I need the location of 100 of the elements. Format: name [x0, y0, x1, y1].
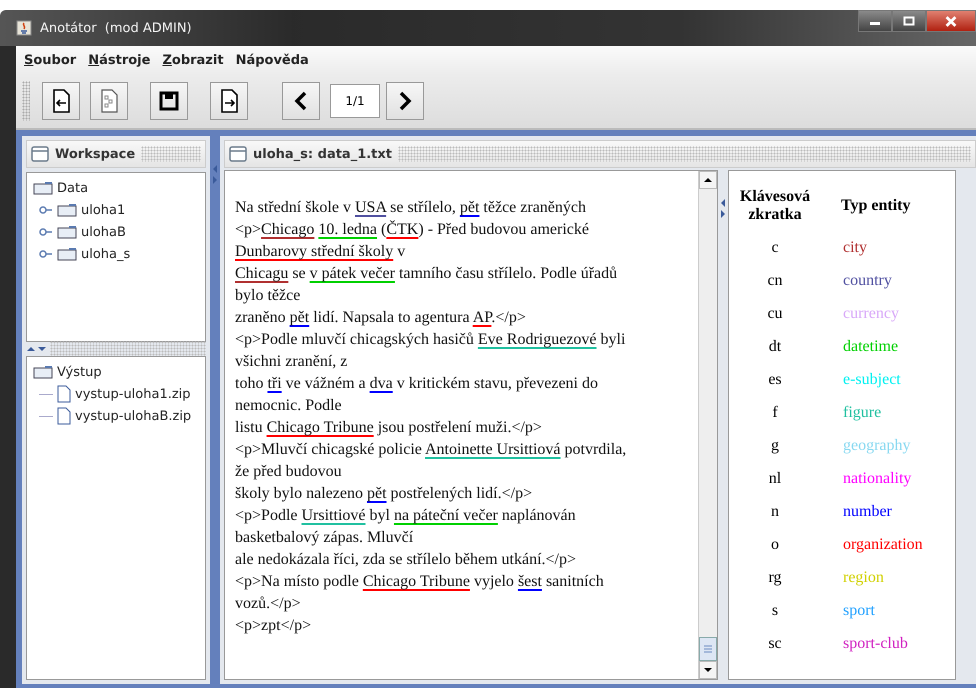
- text-line: vozů.</p>: [235, 594, 302, 614]
- entity-type: geography: [842, 436, 911, 454]
- scroll-up-icon[interactable]: [699, 171, 717, 189]
- tree-item[interactable]: Data: [57, 180, 88, 196]
- shortcut-key: rg: [729, 568, 821, 586]
- maximize-button[interactable]: [892, 10, 926, 32]
- file-icon: [57, 407, 71, 425]
- next-button[interactable]: [386, 82, 424, 120]
- text-line: bylo těžce: [235, 286, 302, 306]
- chevron-right-icon: [398, 91, 412, 111]
- minimize-button[interactable]: [858, 10, 892, 32]
- splitter-arrows-icon[interactable]: [26, 346, 48, 352]
- folder-icon: [57, 247, 77, 261]
- scroll-thumb[interactable]: [699, 637, 717, 661]
- tree-item[interactable]: uloha_s: [81, 246, 130, 262]
- maximize-icon: [903, 16, 915, 26]
- document-arrow-icon: [51, 89, 71, 113]
- folder-icon: [57, 225, 77, 239]
- import-button[interactable]: [42, 82, 80, 120]
- shortcut-key: n: [729, 502, 821, 520]
- text-line: <p>Podle Ursittiové byl na páteční večer naplánován: [235, 506, 577, 526]
- close-icon: [944, 16, 958, 26]
- splitter-arrows-icon[interactable]: [720, 198, 726, 220]
- folder-icon: [33, 181, 53, 195]
- drag-grip[interactable]: [50, 341, 206, 357]
- shortcut-key: es: [729, 370, 821, 388]
- text-line: <p>Mluvčí chicagské policie Antoinette Ursittiová potvrdila,: [235, 440, 628, 460]
- text-line: ale nedokázala říci, zda se střílelo během utkání.</p>: [235, 550, 578, 570]
- window-icon: [31, 146, 49, 162]
- close-button[interactable]: [926, 10, 976, 32]
- scroll-down-icon[interactable]: [699, 661, 717, 679]
- document-tree-button[interactable]: [90, 82, 128, 120]
- export-button[interactable]: [210, 82, 248, 120]
- file-icon: [57, 385, 71, 403]
- drag-grip[interactable]: [141, 146, 201, 162]
- text-line: <p>Na místo podle Chicago Tribune vyjelo šest sanitních: [235, 572, 605, 592]
- expand-handle-icon[interactable]: [39, 249, 53, 259]
- entity-type: sport-club: [842, 634, 908, 652]
- text-line: nemocnic. Podle: [235, 396, 343, 416]
- text-line: Chicagu se v pátek večer tamního času střílelo. Podle úřadů: [235, 264, 618, 284]
- text-line: školy bylo nalezeno pět postřelených lidí.</p>: [235, 484, 534, 504]
- tree-item[interactable]: vystup-ulohaB.zip: [75, 408, 192, 424]
- text-line: <p>Chicago 10. ledna (ČTK) - Před budovou americké: [235, 219, 590, 240]
- entity-type: country: [842, 272, 892, 290]
- text-line: listu Chicago Tribune jsou postřelení muži.</p>: [235, 418, 543, 438]
- column-header: Typ entity: [840, 197, 910, 215]
- drag-grip[interactable]: [398, 146, 971, 162]
- folder-icon: [33, 365, 53, 379]
- menu-item[interactable]: Soubor: [24, 52, 76, 68]
- document-tree-icon: [99, 89, 119, 113]
- menu-item[interactable]: Nástroje: [88, 52, 150, 68]
- tree-item[interactable]: uloha1: [81, 202, 126, 218]
- entity-type: figure: [842, 404, 882, 422]
- text-line: toho tři ve vážném a dva v kritickém stavu, převezeni do: [235, 374, 599, 394]
- chevron-left-icon: [294, 91, 308, 111]
- shortcut-key: g: [729, 436, 821, 454]
- text-line: všichni zranění, z: [235, 352, 348, 372]
- text-line: <p>Podle mluvčí chicagských hasičů Eve Rodriguezové byli: [235, 330, 626, 350]
- text-line: <p>zpt</p>: [235, 616, 312, 636]
- save-button[interactable]: [150, 82, 188, 120]
- shortcut-key: sc: [729, 634, 821, 652]
- entity-type: datetime: [842, 338, 898, 356]
- text-line: basketbalový zápas. Mluvčí: [235, 528, 414, 548]
- shortcut-key: dt: [729, 338, 821, 356]
- tree-item[interactable]: vystup-uloha1.zip: [75, 386, 191, 402]
- window-icon: [229, 146, 247, 162]
- expand-handle-icon[interactable]: [39, 205, 53, 215]
- entity-type: e-subject: [842, 370, 901, 388]
- entity-type: organization: [842, 536, 923, 554]
- vertical-scrollbar[interactable]: [698, 171, 717, 679]
- text-line: Dunbarovy střední školy v: [235, 242, 406, 262]
- entity-type: sport: [842, 602, 875, 620]
- shortcut-key: cn: [729, 272, 821, 290]
- shortcut-key: f: [729, 404, 821, 422]
- entity-type: nationality: [842, 470, 912, 488]
- toolbar-grip[interactable]: [22, 81, 30, 121]
- column-header: Klávesová zkratka: [738, 188, 812, 224]
- text-line: že před budovou: [235, 462, 343, 482]
- shortcut-key: nl: [729, 470, 821, 488]
- text-line: Na střední škole v USA se střílelo, pět těžce zraněných: [235, 198, 588, 218]
- menu-item[interactable]: Nápověda: [236, 52, 309, 68]
- shortcut-key: o: [729, 536, 821, 554]
- entity-type: number: [842, 502, 892, 520]
- entity-type: region: [842, 568, 884, 586]
- panel-title: uloha_s: data_1.txt: [253, 146, 392, 162]
- text-line: zraněno pět lidí. Napsala to agentura AP.</p>: [235, 308, 527, 328]
- entity-type: city: [842, 238, 867, 256]
- tree-item[interactable]: Výstup: [57, 364, 102, 380]
- menu-item[interactable]: Zobrazit: [162, 52, 224, 68]
- save-icon: [159, 91, 179, 111]
- java-app-icon: [16, 20, 32, 36]
- previous-button[interactable]: [282, 82, 320, 120]
- shortcut-key: cu: [729, 304, 821, 322]
- shortcut-key: s: [729, 602, 821, 620]
- shortcut-key: c: [729, 238, 821, 256]
- tree-item[interactable]: ulohaB: [81, 224, 126, 240]
- folder-icon: [57, 203, 77, 217]
- page-field[interactable]: 1/1: [330, 84, 380, 118]
- window-title: Anotátor (mod ADMIN): [40, 20, 192, 36]
- expand-handle-icon[interactable]: [39, 227, 53, 237]
